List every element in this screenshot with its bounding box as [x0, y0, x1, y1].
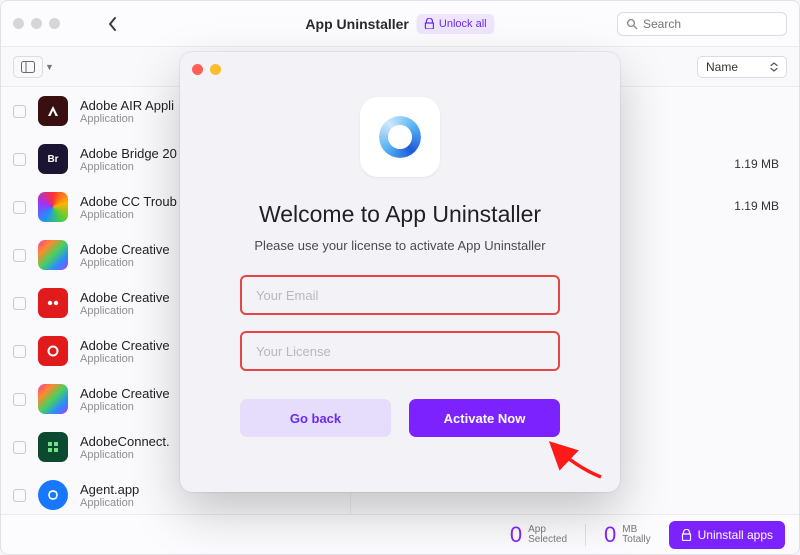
- activation-modal: Welcome to App Uninstaller Please use yo…: [180, 52, 620, 492]
- activate-label: Activate Now: [444, 411, 526, 426]
- email-field[interactable]: [240, 275, 560, 315]
- app-logo-icon: [360, 97, 440, 177]
- modal-heading: Welcome to App Uninstaller: [259, 201, 541, 228]
- go-back-button[interactable]: Go back: [240, 399, 391, 437]
- modal-close-icon[interactable]: [192, 64, 203, 75]
- modal-traffic-lights: [192, 64, 221, 75]
- license-field[interactable]: [240, 331, 560, 371]
- activate-now-button[interactable]: Activate Now: [409, 399, 560, 437]
- modal-minimize-icon[interactable]: [210, 64, 221, 75]
- modal-subtitle: Please use your license to activate App …: [254, 238, 545, 253]
- go-back-label: Go back: [290, 411, 341, 426]
- modal-overlay: Welcome to App Uninstaller Please use yo…: [0, 0, 800, 555]
- modal-button-row: Go back Activate Now: [240, 399, 560, 437]
